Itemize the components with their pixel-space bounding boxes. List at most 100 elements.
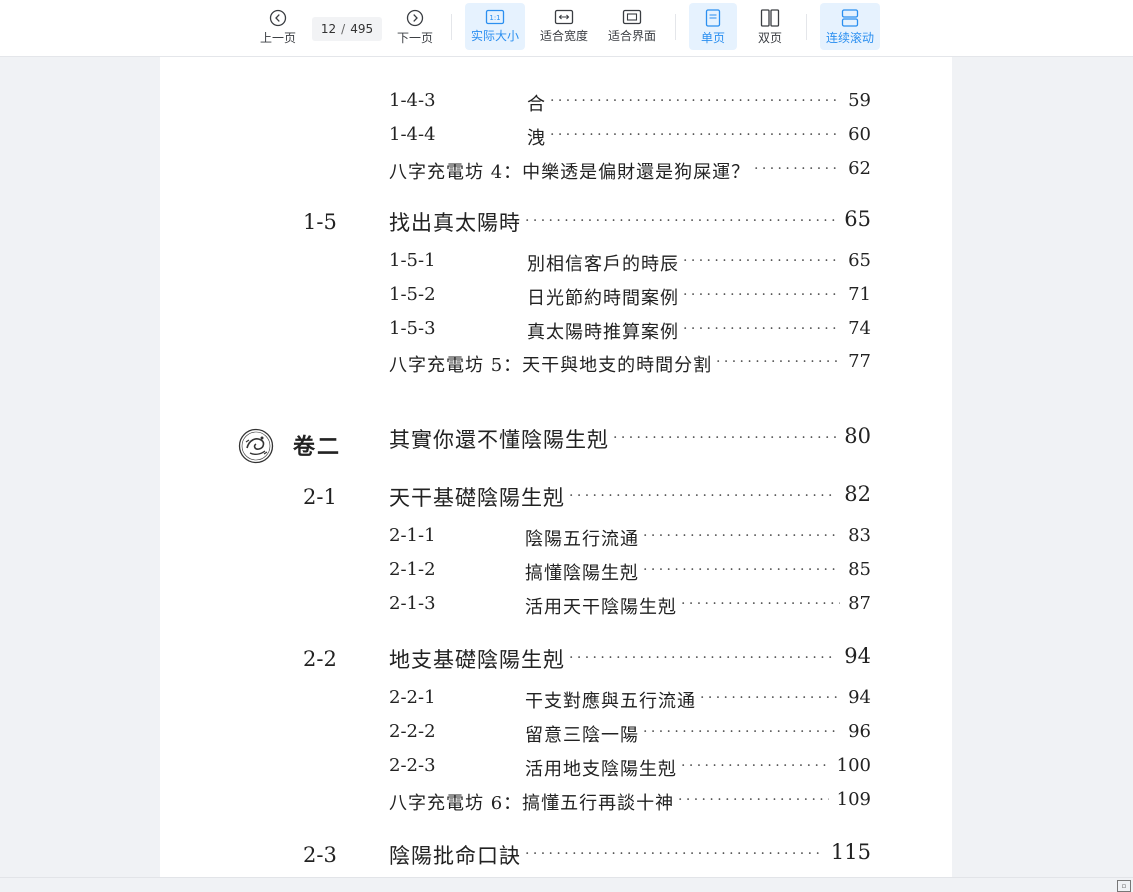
toc-entry: 1-5-3 真太陽時推算案例···························…: [160, 318, 952, 348]
toc-entry-page: 109: [836, 789, 871, 810]
toc-entry: 2-1-2 搞懂陰陽生剋·····························…: [160, 559, 952, 589]
toc-entry-page: 62: [848, 158, 871, 179]
toolbar: 上一页 12 / 495 下一页 1:1 实际大小 适合宽度 适合界面 单页 双…: [0, 0, 1133, 57]
toc-entry-page: 80: [844, 424, 871, 448]
toc-entry-number: 2-1-1: [389, 525, 436, 546]
toc-leader-dots: ········································…: [525, 213, 836, 229]
prev-page-label: 上一页: [259, 31, 296, 45]
toc-leader-dots: ········································…: [643, 724, 840, 740]
toc-entry-page: 94: [844, 644, 871, 668]
toc-entry-title: 天干基礎陰陽生剋: [389, 486, 565, 510]
double-page-label: 双页: [757, 31, 782, 45]
toc-entry-page: 65: [844, 207, 871, 231]
toc-leader-dots: ········································…: [550, 127, 840, 143]
toc-entry: 八字充電坊 6：搞懂五行再談十神························…: [160, 789, 952, 819]
toc-entry-number: 2-3: [303, 843, 337, 867]
toc-entry-page: 96: [848, 721, 871, 742]
fullscreen-icon[interactable]: ▫: [1117, 880, 1131, 892]
toc-leader-dots: ········································…: [683, 253, 840, 269]
actual-size-button[interactable]: 1:1 实际大小: [465, 3, 525, 50]
toc-entry: 2-2-1 干支對應與五行流通··························…: [160, 687, 952, 717]
toc-entry-title: 其實你還不懂陰陽生剋: [389, 428, 609, 452]
toc-entry-page: 65: [848, 250, 871, 271]
toc-entry-title: 地支基礎陰陽生剋: [389, 648, 565, 672]
toc-entry-number: 2-2: [303, 647, 337, 671]
toc-entry: 八字充電坊 5：天干與地支的時間分割······················…: [160, 351, 952, 381]
actual-size-icon: 1:1: [485, 9, 505, 25]
toc-leader-dots: ········································…: [683, 287, 840, 303]
toc-leader-dots: ········································…: [643, 562, 840, 578]
toc-entry: 2-2 地支基礎陰陽生剋 ·····························…: [160, 644, 952, 674]
toc-entry: 1-4-4 洩 ··································…: [160, 124, 952, 154]
toc-entry-title: 留意三陰一陽: [525, 725, 639, 746]
next-page-label: 下一页: [396, 31, 433, 45]
toc-entry-number: 1-5: [303, 210, 337, 234]
document-viewer[interactable]: 卷二 1-4-3 合 ·······························…: [0, 57, 1133, 877]
fit-width-button[interactable]: 适合宽度: [536, 3, 592, 50]
actual-size-icon-text: 1:1: [489, 14, 500, 22]
toc-entry: 2-1 天干基礎陰陽生剋 ·····························…: [160, 482, 952, 512]
toc-entry-page: 82: [844, 482, 871, 506]
toc-leader-dots: ········································…: [569, 650, 836, 666]
toc-leader-dots: ········································…: [613, 430, 836, 446]
document-page: 卷二 1-4-3 合 ·······························…: [160, 57, 952, 877]
toc-entry: 1-5-1 別相信客戶的時辰···························…: [160, 250, 952, 280]
page-total: 495: [350, 22, 374, 36]
toc-entry: 1-4-3 合 ··································…: [160, 90, 952, 120]
toc-entry-number: 1-5-2: [389, 284, 436, 305]
single-page-button[interactable]: 单页: [689, 3, 737, 50]
toc-leader-dots: ········································…: [700, 690, 840, 706]
toc-leader-dots: ········································…: [643, 528, 840, 544]
single-page-icon: [705, 9, 721, 27]
toc-entry-number: 2-1: [303, 485, 337, 509]
toc-entry-title: 八字充電坊 6：搞懂五行再談十神: [389, 793, 675, 814]
toc-entry: 1-5 找出真太陽時 ·······························…: [160, 207, 952, 237]
toc-entry-number: 1-5-3: [389, 318, 436, 339]
toc-entry: 2-2-2 留意三陰一陽·····························…: [160, 721, 952, 751]
toc-entry-title: 干支對應與五行流通: [525, 691, 696, 712]
toc-leader-dots: ········································…: [678, 792, 829, 808]
toc-entry-page: 115: [830, 840, 871, 864]
page-number-input[interactable]: 12 / 495: [312, 17, 382, 41]
toc-entry: 1-5-2 日光節約時間案例···························…: [160, 284, 952, 314]
toc-entry: 2-1-1 陰陽五行流通·····························…: [160, 525, 952, 555]
double-page-button[interactable]: 双页: [746, 3, 794, 50]
continuous-scroll-icon: [841, 9, 859, 27]
next-page-button[interactable]: 下一页: [391, 3, 439, 50]
toc-entry-page: 77: [848, 351, 871, 372]
toc-entry-title: 陰陽五行流通: [525, 529, 639, 550]
double-page-icon: [760, 9, 780, 27]
toc-entry-page: 71: [848, 284, 871, 305]
toc-entry-number: 2-2-2: [389, 721, 436, 742]
toc-entry-page: 85: [848, 559, 871, 580]
continuous-scroll-button[interactable]: 连续滚动: [820, 3, 880, 50]
actual-size-label: 实际大小: [470, 29, 519, 43]
toc-entry-title: 別相信客戶的時辰: [527, 254, 679, 275]
toc-leader-dots: ········································…: [683, 321, 840, 337]
toc-entry: 2-2-3 活用地支陰陽生剋···························…: [160, 755, 952, 785]
toc-entry-title: 搞懂陰陽生剋: [525, 563, 639, 584]
toc-leader-dots: ········································…: [716, 354, 840, 370]
toc-entry-title: 日光節約時間案例: [527, 288, 679, 309]
toc-entry-title: 八字充電坊 5：天干與地支的時間分割: [389, 355, 713, 376]
toc-leader-dots: ········································…: [569, 488, 836, 504]
toc-entry-number: 2-1-3: [389, 593, 436, 614]
page-current[interactable]: 12: [321, 22, 336, 36]
chevron-left-circle-icon: [269, 9, 287, 27]
toolbar-divider: [451, 14, 452, 40]
toc-entry-page: 83: [848, 525, 871, 546]
toolbar-divider: [675, 14, 676, 40]
toc-entry-title: 合: [527, 94, 546, 115]
prev-page-button[interactable]: 上一页: [254, 3, 302, 50]
toc-entry-title: 八字充電坊 4：中樂透是偏財還是狗屎運？: [389, 162, 751, 183]
toc-entry-number: 2-2-3: [389, 755, 436, 776]
status-bar: ▫: [0, 877, 1133, 892]
continuous-scroll-label: 连续滚动: [825, 31, 874, 45]
fit-page-button[interactable]: 适合界面: [603, 3, 661, 50]
toc-entry-number: 1-4-4: [389, 124, 436, 145]
toc-entry-number: 1-4-3: [389, 90, 436, 111]
fit-width-label: 适合宽度: [539, 29, 588, 43]
toc-leader-dots: ········································…: [754, 161, 840, 177]
toc-entry-number: 2-2-1: [389, 687, 436, 708]
toc-entry-title: 洩: [527, 128, 546, 149]
